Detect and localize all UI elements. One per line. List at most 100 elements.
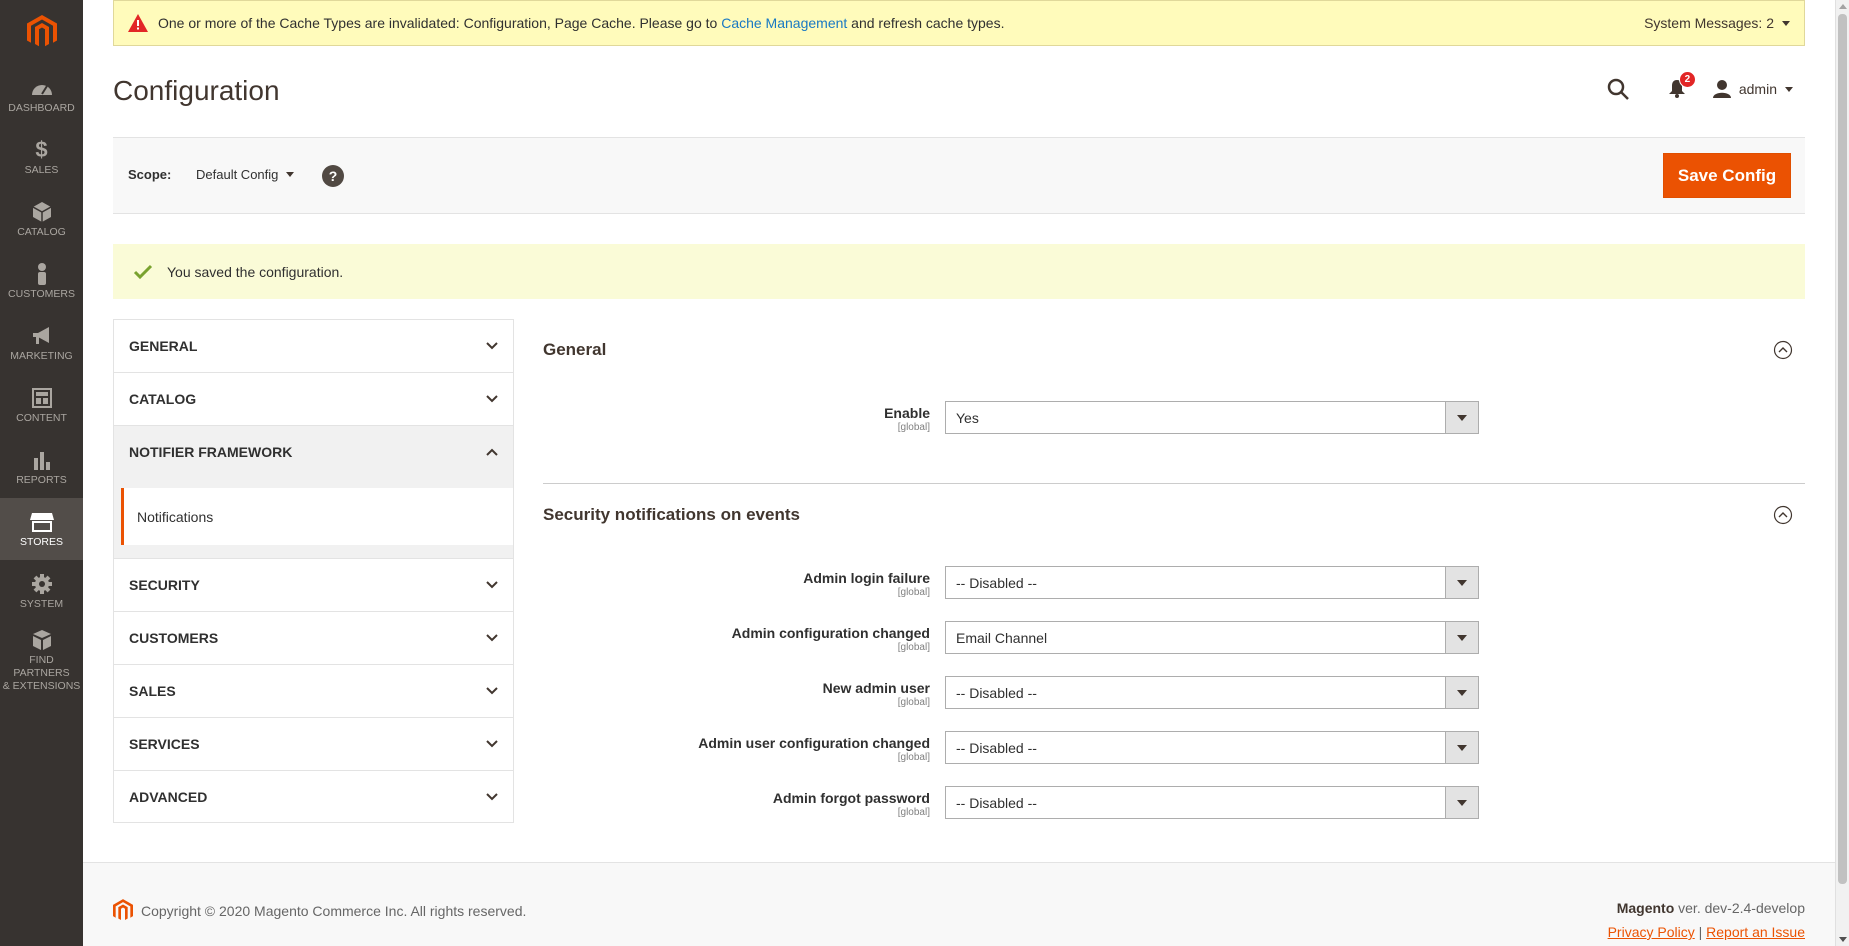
select-arrow-icon (1445, 402, 1478, 433)
enable-select[interactable]: Yes (945, 401, 1479, 434)
nav-sales[interactable]: $ SALES (0, 126, 83, 188)
dashboard-icon (31, 76, 53, 100)
footer-link-separator: | (1694, 924, 1707, 940)
nav-stores[interactable]: STORES (0, 498, 83, 560)
select-value: -- Disabled -- (956, 739, 1037, 756)
copyright-text: Copyright © 2020 Magento Commerce Inc. A… (141, 902, 527, 919)
layout-icon (31, 386, 52, 410)
field-label: Admin configuration changed [global] (543, 621, 945, 653)
search-button[interactable] (1607, 78, 1629, 100)
field-new-admin-user: New admin user [global] -- Disabled -- (543, 676, 1805, 731)
field-scope: [global] (897, 807, 930, 818)
nav-marketing-label: MARKETING (10, 350, 73, 362)
select-arrow-icon (1445, 622, 1478, 653)
section-security-header[interactable]: Security notifications on events (543, 484, 1805, 546)
scrollbar-thumb[interactable] (1838, 14, 1847, 884)
nav-system-label: SYSTEM (19, 598, 64, 610)
cache-management-link[interactable]: Cache Management (721, 15, 847, 31)
tab-general[interactable]: GENERAL (113, 319, 514, 372)
report-issue-link[interactable]: Report an Issue (1706, 924, 1805, 940)
search-icon (1607, 78, 1629, 100)
admin-forgot-password-select[interactable]: -- Disabled -- (945, 786, 1479, 819)
scope-value: Default Config (196, 167, 279, 182)
tab-sales-label: SALES (129, 683, 176, 699)
tab-sales[interactable]: SALES (113, 664, 514, 717)
check-icon (133, 264, 153, 280)
field-label: Admin user configuration changed [global… (543, 731, 945, 763)
brand-name: Magento (1616, 900, 1675, 916)
nav-reports[interactable]: REPORTS (0, 436, 83, 498)
nav-catalog[interactable]: CATALOG (0, 188, 83, 250)
section-general-title: General (543, 340, 607, 359)
success-message: You saved the configuration. (113, 244, 1805, 299)
system-messages-toggle[interactable]: System Messages: 2 (1644, 1, 1790, 45)
admin-login-failure-select[interactable]: -- Disabled -- (945, 566, 1479, 599)
scope-switcher[interactable]: Default Config (196, 167, 295, 182)
collapse-icon (1773, 340, 1793, 360)
chevron-down-icon (1782, 20, 1790, 26)
page-scrollbar[interactable] (1835, 0, 1849, 946)
chevron-down-icon (486, 740, 498, 748)
dollar-icon: $ (35, 137, 48, 162)
field-admin-login-failure: Admin login failure [global] -- Disabled… (543, 566, 1805, 621)
magento-footer-logo-icon (113, 899, 133, 921)
section-general-body: Enable [global] Yes (543, 381, 1805, 484)
nav-find-partners[interactable]: FIND PARTNERS & EXTENSIONS (0, 622, 83, 698)
chevron-down-icon (486, 581, 498, 589)
notifications-button[interactable]: 2 (1668, 71, 1696, 98)
chevron-down-icon (486, 395, 498, 403)
field-scope: [global] (897, 642, 930, 653)
new-admin-user-select[interactable]: -- Disabled -- (945, 676, 1479, 709)
admin-username: admin (1738, 81, 1777, 97)
nav-system[interactable]: SYSTEM (0, 560, 83, 622)
nav-customers[interactable]: CUSTOMERS (0, 250, 83, 312)
config-content: General Enable [global] Yes Security not… (543, 319, 1805, 868)
field-label: Enable [global] (543, 401, 945, 433)
warning-icon (128, 14, 148, 32)
chevron-down-icon (286, 172, 295, 177)
field-scope: [global] (897, 697, 930, 708)
megaphone-icon (31, 324, 53, 348)
nav-customers-label: CUSTOMERS (8, 288, 75, 300)
nav-content[interactable]: CONTENT (0, 374, 83, 436)
field-enable: Enable [global] Yes (543, 401, 1805, 456)
nav-dashboard[interactable]: DASHBOARD (0, 64, 83, 126)
admin-user-menu[interactable]: admin (1712, 80, 1793, 98)
tab-security[interactable]: SECURITY (113, 558, 514, 611)
system-message-text: One or more of the Cache Types are inval… (158, 15, 1004, 31)
config-tabs: GENERAL CATALOG NOTIFIER FRAMEWORK Notif… (113, 319, 514, 823)
magento-logo[interactable] (0, 0, 83, 64)
section-general-header[interactable]: General (543, 319, 1805, 381)
privacy-policy-link[interactable]: Privacy Policy (1608, 924, 1695, 940)
select-arrow-icon (1445, 732, 1478, 763)
scope-label: Scope: (128, 167, 172, 182)
field-scope: [global] (897, 587, 930, 598)
version-info: Magento ver. dev-2.4-develop (1617, 900, 1805, 916)
scope-help-icon[interactable]: ? (322, 165, 344, 187)
gear-icon (31, 572, 53, 596)
nav-marketing[interactable]: MARKETING (0, 312, 83, 374)
scroll-up-icon[interactable] (1839, 4, 1847, 9)
tab-catalog[interactable]: CATALOG (113, 372, 514, 425)
collapse-icon (1773, 505, 1793, 525)
save-config-button[interactable]: Save Config (1663, 153, 1791, 198)
tab-advanced[interactable]: ADVANCED (113, 770, 514, 823)
page-footer: Copyright © 2020 Magento Commerce Inc. A… (83, 862, 1835, 946)
tab-services[interactable]: SERVICES (113, 717, 514, 770)
admin-user-configuration-changed-select[interactable]: -- Disabled -- (945, 731, 1479, 764)
page-title: Configuration (113, 75, 280, 106)
bar-chart-icon (32, 448, 52, 472)
select-value: Email Channel (956, 629, 1048, 646)
tab-security-label: SECURITY (129, 577, 200, 593)
scroll-down-icon[interactable] (1839, 937, 1847, 942)
admin-configuration-changed-select[interactable]: Email Channel (945, 621, 1479, 654)
field-admin-configuration-changed-label: Admin configuration changed (731, 625, 930, 641)
nav-dashboard-label: DASHBOARD (8, 102, 75, 114)
admin-sidebar: DASHBOARD $ SALES CATALOG CUSTOMERS MARK… (0, 0, 83, 946)
subtab-notifications[interactable]: Notifications (121, 488, 513, 545)
tab-notifier-framework[interactable]: NOTIFIER FRAMEWORK (113, 425, 514, 478)
field-new-admin-user-label: New admin user (822, 680, 930, 696)
field-admin-configuration-changed: Admin configuration changed [global] Ema… (543, 621, 1805, 676)
tab-customers[interactable]: CUSTOMERS (113, 611, 514, 664)
field-admin-login-failure-label: Admin login failure (803, 570, 930, 586)
